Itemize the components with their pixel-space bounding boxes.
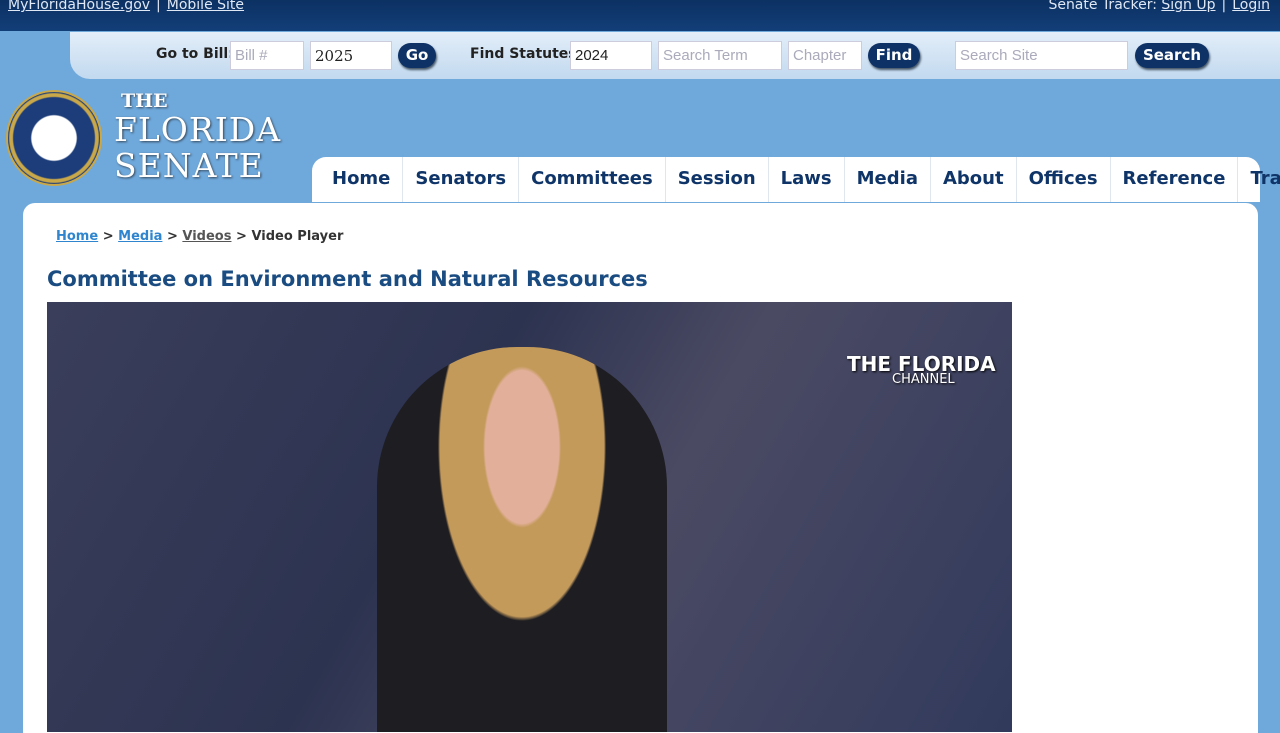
tracker-label: Senate Tracker: bbox=[1048, 0, 1157, 13]
senate-seal-icon bbox=[6, 90, 102, 186]
find-statutes-label: Find Statutes: bbox=[470, 46, 583, 62]
bill-number-input[interactable]: Bill # bbox=[230, 41, 304, 70]
nav-reference[interactable]: Reference bbox=[1111, 157, 1239, 202]
nav-about[interactable]: About bbox=[931, 157, 1017, 202]
florida-channel-watermark: THE FLORIDA CHANNEL bbox=[847, 352, 996, 387]
nav-tracker[interactable]: Tracker bbox=[1238, 157, 1280, 202]
nav-media[interactable]: Media bbox=[845, 157, 931, 202]
logo-florida: FLORIDA bbox=[114, 110, 282, 149]
content-panel: Home > Media > Videos > Video Player Com… bbox=[23, 203, 1258, 733]
go-to-bill-label: Go to Bill: bbox=[156, 46, 234, 62]
go-button[interactable]: Go bbox=[398, 43, 436, 68]
florida-senate-logo[interactable]: THE FLORIDA SENATE bbox=[6, 90, 280, 186]
top-bar: MyFloridaHouse.gov | Mobile Site Senate Tr… bbox=[0, 0, 1280, 31]
logo-senate: SENATE bbox=[114, 146, 264, 185]
search-site-input[interactable]: Search Site bbox=[955, 41, 1128, 70]
nav-laws[interactable]: Laws bbox=[769, 157, 845, 202]
logo-the: THE bbox=[121, 90, 168, 112]
house-link[interactable]: MyFloridaHouse.gov bbox=[8, 0, 150, 13]
mobile-site-link[interactable]: Mobile Site bbox=[167, 0, 244, 13]
breadcrumb-videos[interactable]: Videos bbox=[182, 229, 231, 244]
chapter-input[interactable]: Chapter bbox=[788, 41, 862, 70]
nav-senators[interactable]: Senators bbox=[403, 157, 520, 202]
search-term-input[interactable]: Search Term bbox=[658, 41, 782, 70]
breadcrumb-current: Video Player bbox=[251, 229, 344, 244]
video-player[interactable]: THE FLORIDA CHANNEL bbox=[47, 302, 1012, 732]
search-toolbar: Go to Bill: Bill # 2025 Go Find Statutes… bbox=[70, 32, 1280, 79]
search-button[interactable]: Search bbox=[1135, 43, 1209, 68]
nav-committees[interactable]: Committees bbox=[519, 157, 666, 202]
bill-year-input[interactable]: 2025 bbox=[310, 41, 392, 70]
main-nav: Home Senators Committees Session Laws Me… bbox=[312, 157, 1280, 202]
page-title: Committee on Environment and Natural Res… bbox=[47, 267, 648, 291]
nav-offices[interactable]: Offices bbox=[1017, 157, 1111, 202]
sign-up-link[interactable]: Sign Up bbox=[1161, 0, 1215, 13]
nav-home[interactable]: Home bbox=[320, 157, 404, 202]
breadcrumb: Home > Media > Videos > Video Player bbox=[56, 229, 344, 244]
find-button[interactable]: Find bbox=[868, 43, 920, 68]
statutes-year-input[interactable]: 2024 bbox=[570, 41, 652, 70]
login-link[interactable]: Login bbox=[1232, 0, 1270, 13]
breadcrumb-home[interactable]: Home bbox=[56, 229, 98, 244]
nav-session[interactable]: Session bbox=[666, 157, 769, 202]
breadcrumb-media[interactable]: Media bbox=[118, 229, 162, 244]
video-frame-speaker bbox=[377, 347, 667, 732]
